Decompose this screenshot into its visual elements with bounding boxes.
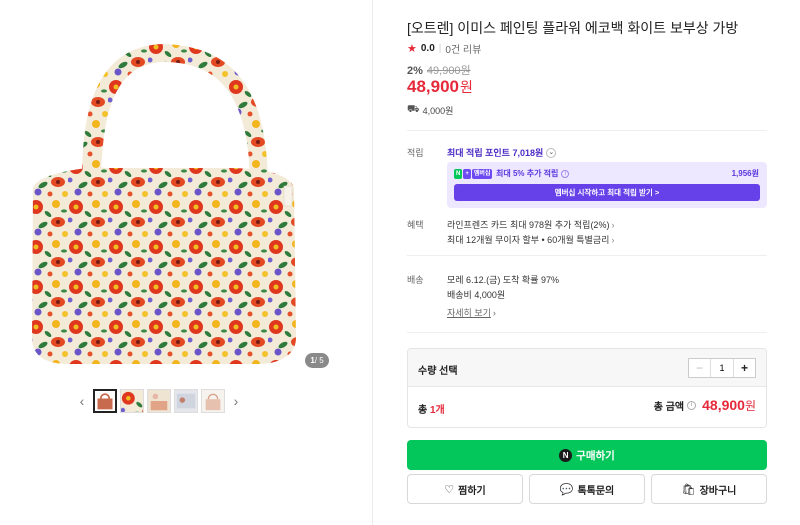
thumbnail-1[interactable]	[93, 389, 117, 413]
thumbnail-3[interactable]	[147, 389, 171, 413]
thumbnail-2[interactable]	[120, 389, 144, 413]
info-icon[interactable]: i	[561, 169, 570, 178]
buy-button[interactable]: N 구매하기	[407, 440, 767, 470]
total-count: 총 1개	[418, 405, 445, 416]
rating-row: ★ 0.0 | 0건 리뷰	[407, 41, 481, 56]
floral-tote-bag-image	[32, 44, 296, 364]
minus-icon[interactable]: −	[689, 359, 711, 377]
total-amount-value: 48,900원	[702, 397, 756, 413]
heart-icon: ♡	[444, 483, 455, 496]
rating-separator: |	[438, 43, 442, 54]
column-divider	[372, 0, 373, 525]
membership-points-box: N + 멤버십 최대 5% 추가 적립 i 1,956원 멤버십 시작하고 최대 적…	[447, 162, 767, 208]
star-icon: ★	[407, 43, 417, 55]
sale-price: 48,900원	[407, 77, 473, 96]
info-icon[interactable]: i	[687, 401, 697, 410]
extra-points-value: 1,956원	[731, 169, 759, 178]
total-amount-label: 총 금액	[653, 402, 685, 413]
total-amount-row: 총 금액 i 48,900원	[654, 397, 756, 414]
chevron-right-icon: ›	[611, 220, 615, 230]
npay-icon: N	[559, 448, 573, 462]
product-title: [오트렌] 이미스 페인팅 플라워 에코백 화이트 보부상 가방	[407, 20, 739, 36]
product-main-image[interactable]	[28, 38, 298, 368]
discount-row: 2% 49,900원	[407, 62, 471, 78]
benefit-installment[interactable]: 최대 12개월 무이자 할부 • 60개월 특별금리 ›	[447, 233, 614, 246]
quantity-input[interactable]	[711, 359, 733, 377]
secondary-actions: ♡ 찜하기 💬 톡톡문의 🛍 장바구니	[407, 474, 767, 504]
thumbnail-prev-icon[interactable]: ‹	[74, 389, 90, 413]
chevron-right-icon: ›	[611, 235, 615, 245]
image-counter: 1/ 5	[305, 353, 329, 368]
wish-button[interactable]: ♡ 찜하기	[407, 474, 523, 504]
delivery-fee: 배송비 4,000원	[447, 290, 506, 300]
plus-icon[interactable]: +	[733, 359, 755, 377]
shopping-bag-icon: 🛍	[681, 483, 696, 496]
benefits-label: 혜택	[407, 220, 424, 230]
quantity-stepper: − +	[688, 358, 756, 378]
points-label: 적립	[407, 148, 424, 158]
membership-start-button[interactable]: 멤버십 시작하고 최대 적립 받기 >	[454, 184, 760, 201]
quantity-box: 수량 선택 − + 총 1개 총 금액 i 48,900원	[407, 348, 767, 428]
quantity-label: 수량 선택	[418, 366, 458, 377]
original-price: 49,900원	[426, 65, 471, 77]
divider	[407, 255, 767, 256]
delivery-details-link[interactable]: 자세히 보기 ›	[447, 306, 496, 319]
benefit-card-points[interactable]: 라인프렌즈 카드 최대 978원 추가 적립(2%) ›	[447, 218, 614, 231]
max-points-dropdown[interactable]: 최대 적립 포인트 7,018원 ⌄	[447, 146, 557, 159]
divider	[407, 332, 767, 333]
truck-icon: ⛟	[407, 104, 420, 115]
chevron-right-icon: ›	[492, 308, 496, 318]
delivery-arrival: 모레 6.12.(금) 도착 확률 97%	[447, 275, 559, 285]
discount-rate: 2%	[407, 65, 423, 77]
talk-inquiry-button[interactable]: 💬 톡톡문의	[529, 474, 645, 504]
extra-points-text: 최대 5% 추가 적립 i	[496, 168, 570, 179]
npay-membership-badge: N + 멤버십	[454, 169, 493, 179]
max-points-text: 최대 적립 포인트 7,018원	[447, 148, 544, 158]
shipping-fee-value: 4,000원	[422, 106, 454, 116]
delivery-label: 배송	[407, 275, 424, 285]
thumbnail-next-icon[interactable]: ›	[228, 389, 244, 413]
review-count-link[interactable]: 0건 리뷰	[445, 41, 481, 56]
shipping-fee-row: ⛟ 4,000원	[407, 104, 453, 117]
thumbnail-strip: ‹ ›	[74, 388, 244, 414]
cart-button[interactable]: 🛍 장바구니	[651, 474, 767, 504]
rating-score: 0.0	[420, 43, 435, 54]
divider	[407, 130, 767, 131]
thumbnail-4[interactable]	[174, 389, 198, 413]
chat-bubble-icon: 💬	[559, 483, 574, 496]
product-gallery: 1/ 5 ‹ ›	[0, 0, 372, 525]
thumbnail-5[interactable]	[201, 389, 225, 413]
chevron-down-icon: ⌄	[546, 147, 557, 158]
